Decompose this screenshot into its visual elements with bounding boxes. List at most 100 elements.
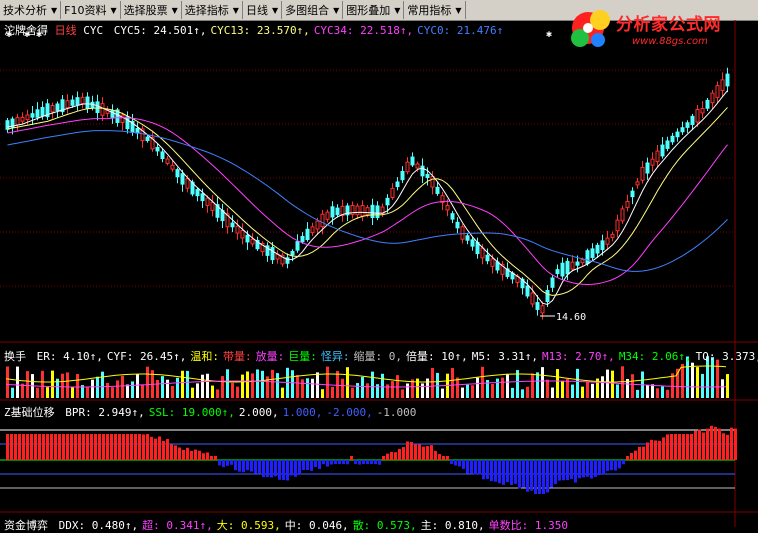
candle-body xyxy=(40,106,45,117)
volume-bar xyxy=(721,379,724,398)
bpr-bar xyxy=(646,442,649,460)
volume-bar xyxy=(91,379,94,398)
bpr-bar xyxy=(310,460,313,471)
bpr-bar xyxy=(470,460,473,474)
volume-bar xyxy=(246,371,249,398)
volume-bar xyxy=(646,385,649,398)
volume-bar xyxy=(281,387,284,398)
volume-bar xyxy=(501,377,504,398)
bpr-bar xyxy=(730,427,733,460)
volume-bar xyxy=(371,371,374,398)
candle-body xyxy=(685,122,690,128)
capital-indicator-name[interactable]: 资金博弈 xyxy=(4,519,48,532)
bpr-bar xyxy=(350,456,353,460)
candle-body xyxy=(575,261,580,266)
bpr-bar xyxy=(586,460,589,477)
bpr-bar xyxy=(138,434,141,460)
volume-bar xyxy=(691,362,694,398)
volume-indicator-name[interactable]: 换手 xyxy=(4,350,26,363)
volume-bar xyxy=(606,369,609,398)
candle-body xyxy=(720,79,725,91)
volume-bar xyxy=(556,369,559,398)
bpr-bar xyxy=(170,444,173,460)
candle-body xyxy=(455,221,460,229)
volume-bar xyxy=(301,379,304,398)
bpr-bar xyxy=(590,460,593,479)
candle-body xyxy=(310,226,315,234)
bpr-bar xyxy=(198,450,201,460)
volume-bar xyxy=(116,380,119,398)
candle-body xyxy=(235,225,240,234)
candle-body xyxy=(450,213,455,220)
candle-body xyxy=(100,103,105,116)
bpr-bar xyxy=(638,446,641,460)
volume-bar xyxy=(36,387,39,398)
legend-value: BPR: 2.949↑, xyxy=(65,406,145,419)
bpr-bar xyxy=(42,434,45,460)
candle-body xyxy=(270,247,275,261)
candle-body xyxy=(545,290,550,302)
volume-bar xyxy=(361,376,364,398)
bpr-bar xyxy=(462,460,465,469)
volume-bar xyxy=(441,388,444,398)
candle-body xyxy=(570,261,575,270)
volume-bar xyxy=(696,367,699,398)
bpr-bar xyxy=(662,437,665,460)
bpr-bar xyxy=(666,434,669,460)
candle-body xyxy=(700,107,705,114)
legend-value: 2.000, xyxy=(238,406,279,419)
bpr-bar xyxy=(690,434,693,460)
candle-body xyxy=(725,73,730,87)
bpr-bar xyxy=(202,453,205,460)
volume-bar xyxy=(176,377,179,398)
bpr-bar xyxy=(186,447,189,460)
volume-bar xyxy=(461,387,464,398)
volume-bar xyxy=(166,379,169,398)
volume-bar xyxy=(26,371,29,398)
bpr-bar xyxy=(682,434,685,460)
candle-body xyxy=(435,186,440,194)
indicator-name[interactable]: CYC xyxy=(83,24,103,37)
candle-body xyxy=(70,99,75,106)
volume-bar xyxy=(276,373,279,398)
candle-body xyxy=(390,187,395,199)
volume-bar xyxy=(541,367,544,398)
legend-value: M34: 2.06↑, xyxy=(618,350,692,363)
bpr-bar xyxy=(726,434,729,460)
bpr-indicator-name[interactable]: Z基础位移 xyxy=(4,406,55,419)
volume-bar xyxy=(96,376,99,398)
candle-body xyxy=(540,305,545,314)
volume-bar xyxy=(181,370,184,398)
legend-value: 怪异: xyxy=(320,350,350,363)
volume-bar xyxy=(311,378,314,398)
volume-bar xyxy=(491,384,494,398)
volume-panel-legend: 换手 ER: 4.10↑, CYF: 26.45↑, 温和: 带量: 放量: 巨量: 怪异:… xyxy=(4,348,758,364)
bpr-bar xyxy=(718,428,721,460)
bpr-bar xyxy=(90,434,93,460)
bpr-bar xyxy=(306,460,309,471)
volume-bar xyxy=(391,381,394,398)
volume-bar xyxy=(536,372,539,398)
candle-body xyxy=(670,135,675,143)
bpr-bar xyxy=(226,460,229,466)
legend-value: M13: 2.70↑, xyxy=(541,350,615,363)
bpr-bar xyxy=(314,460,317,468)
volume-bar xyxy=(451,368,454,398)
bpr-bar xyxy=(338,460,341,464)
volume-bar xyxy=(136,374,139,398)
bpr-bar xyxy=(618,460,621,469)
bpr-bar xyxy=(566,460,569,481)
volume-bar xyxy=(46,387,49,398)
candle-body xyxy=(20,116,25,122)
stock-name[interactable]: 沱牌舍得 xyxy=(4,24,48,37)
volume-bar xyxy=(231,382,234,398)
volume-bar xyxy=(106,382,109,398)
candle-body xyxy=(430,175,435,188)
bpr-bar xyxy=(534,460,537,494)
bpr-bar xyxy=(378,460,381,465)
bpr-bar xyxy=(522,460,525,488)
bpr-bar xyxy=(398,448,401,460)
period-label[interactable]: 日线 xyxy=(55,24,77,37)
legend-value: 温和: xyxy=(190,350,219,363)
volume-bar xyxy=(631,374,634,398)
